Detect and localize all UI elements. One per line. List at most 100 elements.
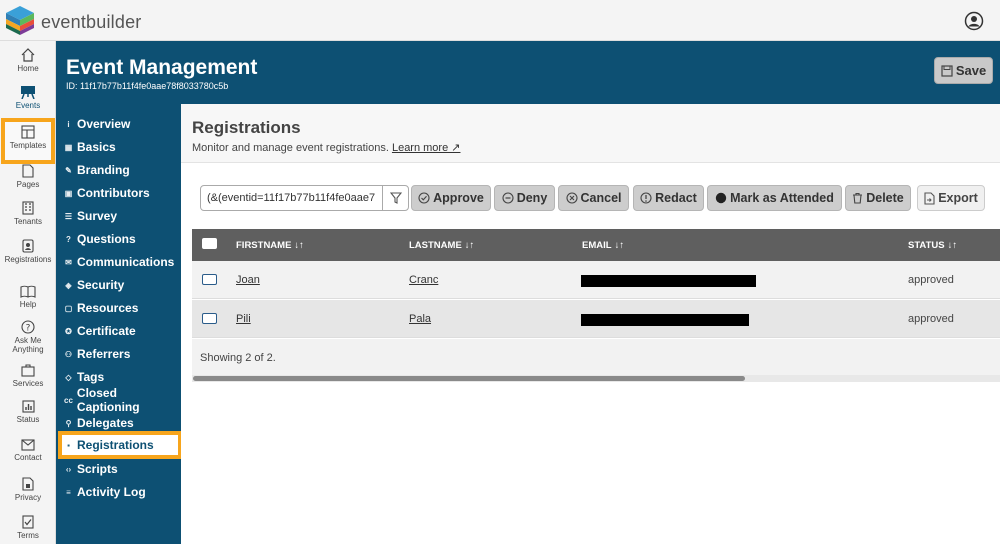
subnav-item-referrers[interactable]: ⚇ Referrers — [62, 344, 178, 364]
subnav-item-activity-log[interactable]: ≡ Activity Log — [62, 482, 178, 502]
subnav-label: Activity Log — [77, 485, 146, 499]
subnav-label: Communications — [77, 255, 175, 269]
list-icon: ☰ — [64, 211, 73, 221]
deny-button[interactable]: Deny — [494, 185, 555, 211]
row-count-text: Showing 2 of 2. — [200, 352, 276, 364]
rail-item-home[interactable]: Home — [0, 48, 56, 73]
subtitle-text: Monitor and manage event registrations. — [192, 142, 389, 154]
bag-icon — [21, 364, 35, 377]
column-label: FIRSTNAME — [236, 240, 292, 251]
column-label: STATUS — [908, 240, 945, 251]
rail-item-templates[interactable]: Templates — [0, 125, 56, 150]
column-header-lastname[interactable]: LASTNAME ↓↑ — [409, 240, 474, 251]
rail-item-privacy[interactable]: Privacy — [0, 477, 56, 502]
approve-button[interactable]: Approve — [411, 185, 491, 211]
subnav-item-certificate[interactable]: ✪ Certificate — [62, 321, 178, 341]
sort-icon: ↓↑ — [614, 240, 625, 251]
rail-item-pages[interactable]: Pages — [0, 164, 56, 189]
delete-button[interactable]: Delete — [845, 185, 911, 211]
redact-button[interactable]: Redact — [633, 185, 704, 211]
subnav-label: Questions — [77, 232, 136, 246]
subnav-item-delegates[interactable]: ⚲ Delegates — [62, 413, 178, 433]
cancel-button[interactable]: Cancel — [558, 185, 629, 211]
subnav-item-security[interactable]: ◈ Security — [62, 275, 178, 295]
select-all-checkbox[interactable] — [202, 238, 217, 249]
rail-item-ask-me-anything[interactable]: ? Ask Me Anything — [0, 320, 56, 354]
rail-label-line2: Anything — [12, 345, 44, 354]
firstname-cell[interactable]: Joan — [236, 274, 260, 286]
user-account-icon[interactable] — [964, 11, 984, 31]
subnav-item-communications[interactable]: ✉ Communications — [62, 252, 178, 272]
subnav-item-branding[interactable]: ✎ Branding — [62, 160, 178, 180]
rail-label: Registrations — [4, 255, 52, 264]
rail-label: Ask Me — [14, 336, 42, 345]
subnav-item-registrations[interactable]: ▪ Registrations — [58, 431, 182, 459]
rail-item-help[interactable]: Help — [0, 285, 56, 309]
deny-label: Deny — [516, 191, 548, 205]
firstname-cell[interactable]: Pili — [236, 313, 251, 325]
lastname-cell[interactable]: Pala — [409, 313, 431, 325]
filter-button[interactable] — [382, 186, 408, 210]
grid-icon: ▦ — [64, 142, 73, 152]
subnav-label: Delegates — [77, 416, 134, 430]
subnav-item-resources[interactable]: ▢ Resources — [62, 298, 178, 318]
subnav-item-survey[interactable]: ☰ Survey — [62, 206, 178, 226]
filter-input[interactable]: (&(eventid=11f17b77b11f4fe0aae7 — [207, 192, 377, 204]
rail-item-services[interactable]: Services — [0, 363, 56, 388]
column-header-firstname[interactable]: FIRSTNAME ↓↑ — [236, 240, 304, 251]
column-header-email[interactable]: EMAIL ↓↑ — [582, 240, 624, 251]
lock-icon — [22, 477, 34, 491]
subnav-item-closed-captioning[interactable]: cc Closed Captioning — [62, 386, 178, 414]
minus-circle-icon — [502, 192, 514, 204]
subnav-item-basics[interactable]: ▦ Basics — [62, 137, 178, 157]
export-button[interactable]: Export — [917, 185, 985, 211]
x-circle-icon — [565, 192, 578, 204]
rail-item-status[interactable]: Status — [0, 400, 56, 424]
rail-item-events[interactable]: Events — [0, 84, 56, 110]
home-icon — [21, 48, 35, 62]
subnav-item-contributors[interactable]: ▣ Contributors — [62, 183, 178, 203]
filled-circle-icon — [715, 192, 727, 204]
subnav-item-tags[interactable]: ◇ Tags — [62, 367, 178, 387]
redacted-email — [581, 275, 756, 287]
rail-item-registrations[interactable]: Registrations — [0, 239, 56, 264]
subnav-label: Branding — [77, 163, 130, 177]
rail-item-tenants[interactable]: Tenants — [0, 201, 56, 226]
cc-icon: cc — [64, 395, 73, 405]
sort-icon: ↓↑ — [947, 240, 958, 251]
horizontal-scrollbar[interactable] — [192, 375, 1000, 382]
chart-icon — [21, 400, 35, 413]
rail-label: Pages — [16, 180, 40, 189]
table-row[interactable]: Pili Pala approved — [192, 300, 1000, 338]
row-checkbox[interactable] — [202, 274, 217, 285]
subnav-item-overview[interactable]: i Overview — [62, 114, 178, 134]
eventbuilder-logo[interactable] — [4, 4, 36, 36]
check-circle-icon — [418, 192, 430, 204]
lastname-cell[interactable]: Cranc — [409, 274, 438, 286]
scrollbar-thumb[interactable] — [193, 376, 745, 381]
ribbon-icon: ✪ — [65, 326, 72, 336]
rail-label: Contact — [14, 453, 42, 462]
easel-icon — [21, 86, 35, 99]
main-content: Registrations Monitor and manage event r… — [181, 104, 1000, 544]
subnav-item-questions[interactable]: ? Questions — [62, 229, 178, 249]
event-id: ID: 11f17b77b11f4fe0aae78f8033780c5b — [66, 81, 229, 91]
row-checkbox[interactable] — [202, 313, 217, 324]
funnel-icon — [390, 192, 402, 204]
learn-more-link[interactable]: Learn more ↗ — [392, 142, 461, 154]
mark-attended-button[interactable]: Mark as Attended — [707, 185, 842, 211]
subnav-label: Contributors — [77, 186, 150, 200]
save-button[interactable]: Save — [934, 57, 993, 84]
subnav-label: Overview — [77, 117, 131, 131]
rail-label: Terms — [17, 531, 39, 540]
mark-attended-label: Mark as Attended — [730, 191, 834, 205]
badge-icon — [22, 239, 34, 253]
sort-icon: ↓↑ — [464, 240, 475, 251]
export-label: Export — [938, 191, 978, 205]
table-row[interactable]: Joan Cranc approved — [192, 261, 1000, 299]
rail-item-terms[interactable]: Terms — [0, 515, 56, 540]
rail-item-contact[interactable]: Contact — [0, 439, 56, 462]
icon-rail: Home Events Templates Pages Tenants Regi… — [0, 41, 56, 544]
column-header-status[interactable]: STATUS ↓↑ — [908, 240, 957, 251]
subnav-item-scripts[interactable]: ‹› Scripts — [62, 459, 178, 479]
